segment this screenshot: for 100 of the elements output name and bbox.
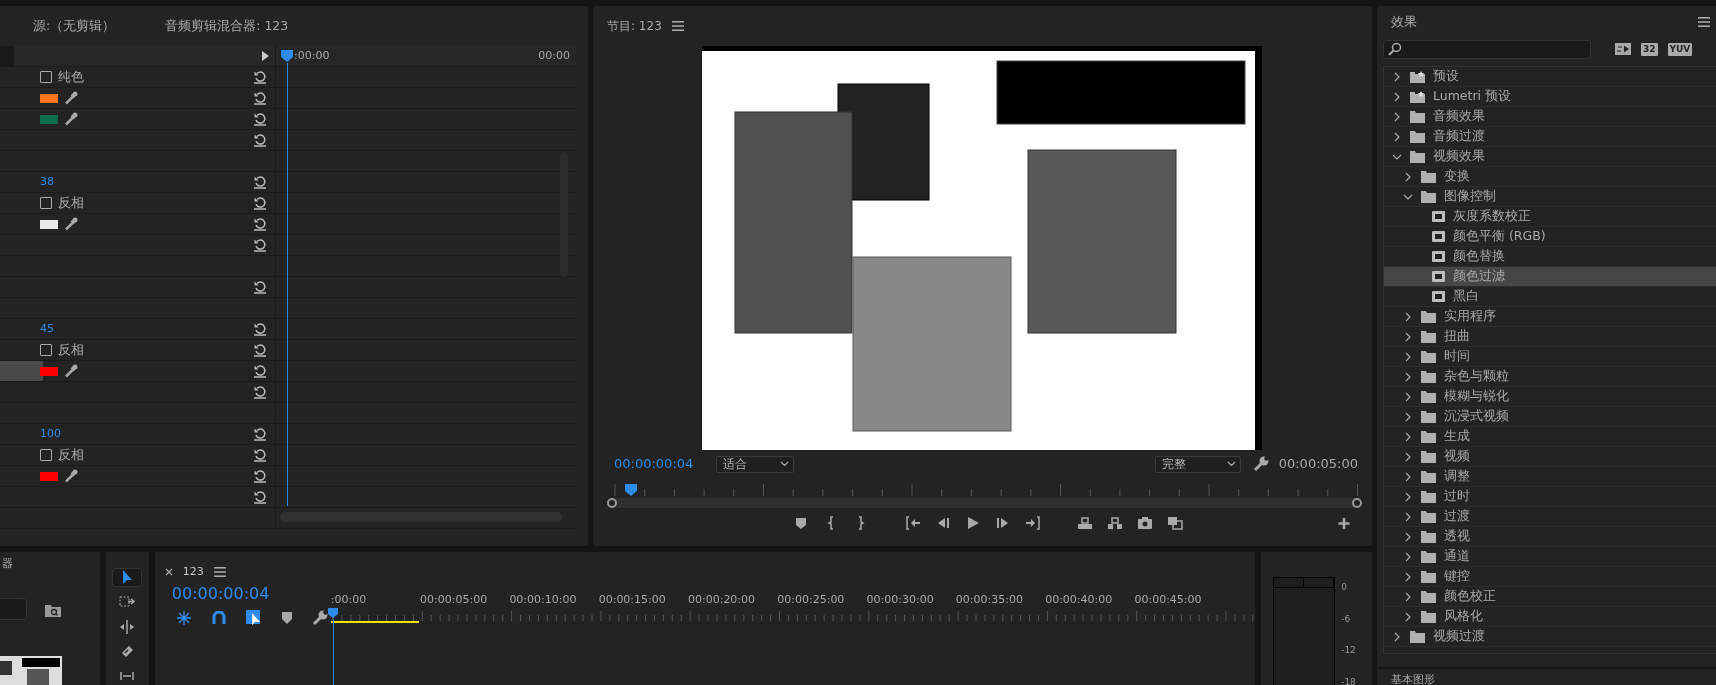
tree-row[interactable]: 变换 [1384, 167, 1716, 187]
tree-row[interactable]: 过时 [1384, 487, 1716, 507]
tree-row[interactable]: 实用程序 [1384, 307, 1716, 327]
play-triangle-icon[interactable] [261, 51, 269, 61]
tree-row[interactable]: 黑白 [1384, 287, 1716, 307]
filter-badge[interactable]: YUV [1667, 42, 1693, 56]
eyedropper-icon[interactable] [64, 217, 78, 231]
color-swatch[interactable] [40, 219, 58, 229]
reset-icon[interactable] [253, 343, 267, 357]
checkbox[interactable] [40, 449, 52, 461]
folder-search-icon[interactable] [45, 604, 61, 617]
tree-row[interactable]: 视频过渡 [1384, 627, 1716, 647]
play-icon[interactable] [965, 516, 981, 530]
property-value[interactable]: 100 [40, 425, 61, 443]
camera-icon[interactable] [1137, 516, 1153, 530]
reset-icon[interactable] [253, 385, 267, 399]
panel-title[interactable]: 器 [2, 556, 13, 573]
tree-row[interactable]: 颜色过滤 [1384, 267, 1716, 287]
reset-icon[interactable] [253, 280, 267, 294]
chevron-right-icon[interactable] [1403, 171, 1413, 182]
timecode[interactable]: 00:00:00:04 [614, 454, 714, 474]
reset-icon[interactable] [253, 70, 267, 84]
wrench-icon[interactable] [311, 610, 328, 626]
extract-icon[interactable] [1107, 516, 1123, 530]
snap-icon[interactable] [175, 610, 192, 626]
chevron-right-icon[interactable] [1403, 571, 1413, 582]
chevron-right-icon[interactable] [1403, 591, 1413, 602]
tree-row[interactable]: 透视 [1384, 527, 1716, 547]
tree-row[interactable]: 杂色与颗粒 [1384, 367, 1716, 387]
eyedropper-icon[interactable] [64, 91, 78, 105]
close-icon[interactable] [164, 568, 173, 576]
chevron-down-icon[interactable] [1403, 192, 1413, 201]
checkbox[interactable] [40, 344, 52, 356]
plus-icon[interactable] [1336, 516, 1352, 530]
reset-icon[interactable] [253, 196, 267, 210]
eyedropper-icon[interactable] [64, 112, 78, 126]
tree-row[interactable]: 沉浸式视频 [1384, 407, 1716, 427]
tree-row[interactable]: 键控 [1384, 567, 1716, 587]
chevron-right-icon[interactable] [1392, 71, 1402, 82]
chevron-right-icon[interactable] [1403, 491, 1413, 502]
eyedropper-icon[interactable] [64, 364, 78, 378]
reset-icon[interactable] [253, 469, 267, 483]
tree-row[interactable]: 颜色平衡 (RGB) [1384, 227, 1716, 247]
chevron-right-icon[interactable] [1392, 91, 1402, 102]
tree-row[interactable]: 调整 [1384, 467, 1716, 487]
caret-icon[interactable] [780, 461, 789, 467]
tree-row[interactable]: 颜色校正 [1384, 587, 1716, 607]
playhead-icon[interactable] [327, 608, 338, 618]
chevron-right-icon[interactable] [1403, 351, 1413, 362]
quality-dropdown[interactable]: 完整 [1154, 455, 1241, 473]
chevron-right-icon[interactable] [1403, 531, 1413, 542]
panel-tab[interactable]: 音频剪辑混合器: 123 [165, 16, 289, 36]
tree-row[interactable]: 时间 [1384, 347, 1716, 367]
reset-icon[interactable] [253, 448, 267, 462]
tree-row[interactable]: 风格化 [1384, 607, 1716, 627]
zoom-dropdown[interactable]: 适合 [716, 455, 794, 473]
color-swatch[interactable] [40, 366, 58, 376]
reset-icon[interactable] [253, 322, 267, 336]
chevron-right-icon[interactable] [1403, 391, 1413, 402]
tree-row[interactable]: 预设 [1384, 67, 1716, 87]
chevron-right-icon[interactable] [1403, 451, 1413, 462]
caret-icon[interactable] [1226, 461, 1236, 467]
checkbox[interactable] [40, 197, 52, 209]
reset-icon[interactable] [253, 175, 267, 189]
color-swatch[interactable] [40, 471, 58, 481]
chevron-right-icon[interactable] [1392, 631, 1402, 642]
chevron-right-icon[interactable] [1403, 331, 1413, 342]
magnet-icon[interactable] [211, 611, 226, 625]
chevron-right-icon[interactable] [1403, 431, 1413, 442]
work-area-bar[interactable] [330, 620, 419, 623]
eyedropper-icon[interactable] [64, 469, 78, 483]
chevron-right-icon[interactable] [1403, 551, 1413, 562]
chevron-right-icon[interactable] [1403, 311, 1413, 322]
timecode[interactable]: 00:00:00:04 [171, 584, 270, 603]
reset-icon[interactable] [253, 217, 267, 231]
color-swatch[interactable] [40, 93, 58, 103]
tree-row[interactable]: 通道 [1384, 547, 1716, 567]
reset-icon[interactable] [253, 112, 267, 126]
tree-row[interactable]: 过渡 [1384, 507, 1716, 527]
tree-row[interactable]: 视频效果 [1384, 147, 1716, 167]
sequence-tab[interactable]: 123 [182, 563, 204, 581]
playhead-line[interactable] [332, 619, 334, 685]
property-value[interactable]: 45 [40, 320, 54, 338]
chevron-right-icon[interactable] [1403, 611, 1413, 622]
tree-row[interactable]: 模糊与锐化 [1384, 387, 1716, 407]
search-field[interactable] [0, 598, 27, 620]
reset-icon[interactable] [253, 238, 267, 252]
panel-tab[interactable]: 源:（无剪辑） [33, 16, 116, 36]
tree-row[interactable]: 音频效果 [1384, 107, 1716, 127]
chevron-down-icon[interactable] [1392, 152, 1402, 161]
tree-row[interactable]: Lumetri 预设 [1384, 87, 1716, 107]
tree-row[interactable]: 生成 [1384, 427, 1716, 447]
search-field[interactable] [1383, 39, 1591, 59]
reset-icon[interactable] [253, 490, 267, 504]
chevron-right-icon[interactable] [1403, 511, 1413, 522]
wrench-icon[interactable] [1252, 456, 1269, 472]
reset-icon[interactable] [253, 91, 267, 105]
playhead-icon[interactable] [625, 484, 637, 496]
tree-row[interactable]: 扭曲 [1384, 327, 1716, 347]
playhead-icon[interactable] [281, 50, 293, 62]
